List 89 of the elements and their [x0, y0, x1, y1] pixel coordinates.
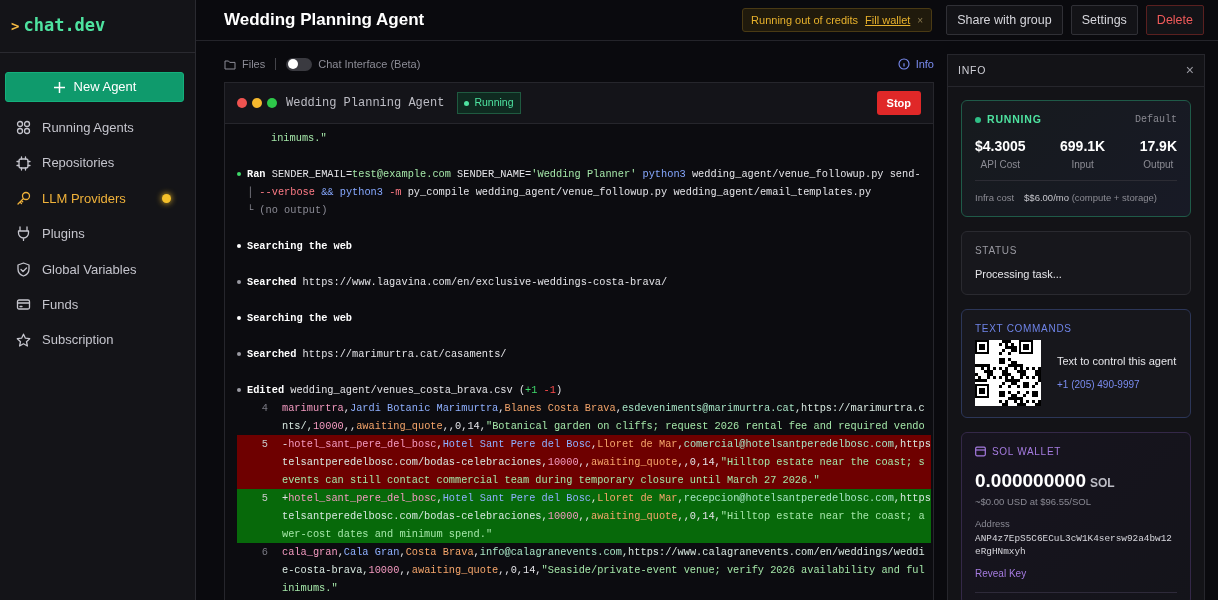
card-title: TEXT COMMANDS	[975, 321, 1073, 336]
files-link[interactable]: Files	[242, 55, 266, 73]
wallet-address: ANP4z7EpS5C6ECuL3cW1K4sersw92a4bw12eRgHNmxyh	[975, 531, 1173, 558]
diff-line: cala_gran,Cala Gran,Costa Brava,info@calagranevents.com,https://www.calagranevents.com/en/weddings/weddi	[282, 545, 925, 560]
phone-link[interactable]: +1 (205) 490-9997	[1057, 377, 1177, 393]
card-icon	[16, 297, 31, 313]
currency-unit: SOL	[1089, 475, 1115, 490]
line-number: 4	[260, 401, 269, 416]
tier-label: Default	[1135, 113, 1177, 128]
page-title: Wedding Planning Agent	[224, 9, 425, 32]
terminal-line: inimums."	[271, 131, 327, 146]
stat-value: 699.1K	[1060, 136, 1106, 156]
toggle-switch[interactable]	[286, 57, 313, 71]
line-number: 5	[260, 437, 269, 452]
diff-line: nts/,10000,,awaiting_quote,,0,14,"Botanical garden on cliffs; request 2026 rental fee and required vendo	[282, 419, 925, 434]
wallet-amount: 0.000000000	[975, 469, 1086, 491]
plus-icon	[52, 80, 66, 94]
window-dot	[252, 98, 262, 108]
logo-prompt: >	[11, 18, 20, 34]
card-title: SOL WALLET	[992, 444, 1062, 459]
chip-icon	[16, 155, 31, 171]
terminal-line: └ (no output)	[247, 203, 329, 218]
shield-icon	[16, 261, 31, 277]
diff-line: inimums."	[282, 581, 339, 596]
nav-item[interactable]: LLM Providers	[42, 188, 126, 209]
line-number: 6	[260, 545, 269, 560]
nav-item[interactable]: Running Agents	[42, 117, 134, 138]
notice-text: Running out of credits	[751, 12, 859, 28]
terminal-line: Edited wedding_agent/venues_costa_brava.csv (+1 -1)	[247, 383, 564, 398]
terminal-line: │ --verbose && python3 -m py_compile wedding_agent/venue_followup.py wedding_agent/email_templates.py	[247, 185, 873, 200]
stop-button[interactable]: Stop	[876, 90, 921, 116]
usd-value: ~$0.00 USD at $96.55/SOL	[975, 495, 1092, 509]
header-button[interactable]: Settings	[1070, 4, 1138, 36]
stat-value: 17.9K	[1139, 136, 1177, 156]
panel-title: INFO	[958, 62, 987, 78]
folder-icon	[224, 58, 236, 70]
new-agent-button[interactable]: New Agent	[5, 72, 184, 102]
close-button[interactable]: ×	[1185, 60, 1194, 81]
header-button[interactable]: Delete	[1145, 4, 1204, 36]
qr-code	[975, 339, 1041, 406]
toggle-label: Chat Interface (Beta)	[318, 56, 421, 72]
status-text: Processing task...	[975, 267, 1063, 282]
terminal-line: Searched https://www.lagavina.com/en/exclusive-weddings-costa-brava/	[247, 275, 668, 290]
nav-item[interactable]: Subscription	[42, 330, 114, 350]
line-number: 5	[260, 491, 269, 506]
status-dot-icon	[975, 116, 981, 123]
nav-item[interactable]: Repositories	[42, 153, 115, 173]
nav-item[interactable]: Global Variables	[42, 259, 137, 279]
plug-icon	[16, 226, 31, 242]
infra-note: (compute + storage)	[1071, 191, 1157, 203]
terminal-line: Searching the web	[247, 311, 353, 326]
diff-line: telsantperedelbosc.com/bodas-celebraciones,10000,,awaiting_quote,,0,14,"Hilltop estate near the coast; a	[282, 509, 926, 524]
address-label: Address	[975, 517, 1011, 532]
logo-text: chat.dev	[23, 15, 106, 35]
info-link[interactable]: Info	[915, 55, 934, 73]
stat-label: Output	[1142, 157, 1175, 172]
grid-icon	[16, 120, 31, 136]
diff-line: telsantperedelbosc.com/bodas-celebraciones,10000,,awaiting_quote,,0,14,"Hilltop estate near the coast; s	[282, 455, 926, 470]
nav-item[interactable]: Funds	[42, 294, 79, 315]
qr-caption: Text to control this agent	[1057, 353, 1177, 369]
infra-value: $$6.00/mo	[1024, 191, 1069, 203]
terminal-line: Searched https://marimurtra.cat/casaments/	[247, 347, 507, 362]
terminal-title: Wedding Planning Agent	[286, 95, 445, 112]
close-button[interactable]: ×	[917, 12, 924, 28]
window-dot	[267, 98, 277, 108]
diff-line: marimurtra,Jardi Botanic Marimurtra,Blanes Costa Brava,esdeveniments@marimurtra.cat,https://marimurtra.c	[282, 401, 925, 416]
status-label: STATUS	[975, 244, 1019, 258]
wallet-icon	[975, 445, 986, 457]
stat-value: $4.3005	[975, 136, 1026, 156]
status-badge: Running	[457, 92, 521, 114]
terminal-line: Ran SENDER_EMAIL=test@example.com SENDER_NAME='Wedding Planner' python3 wedding_agent/venue_followup.py send-	[247, 167, 921, 182]
reveal-key-link[interactable]: Reveal Key	[975, 565, 1027, 581]
stat-label: Input	[1070, 157, 1095, 172]
terminal-line: Searching the web	[247, 239, 353, 254]
diff-line: +hotel_sant_pere_del_bosc,Hotel Sant Pere del Bosc,Lloret de Mar,recepcion@hotelsantperedelbosc.com,https	[282, 491, 931, 506]
diff-line: e-costa-brava,10000,,awaiting_quote,,0,14,"Seaside/private-event venue; verify 2026 availability and ful	[282, 563, 925, 578]
fill-wallet-link[interactable]: Fill wallet	[865, 11, 911, 29]
state-label: RUNNING	[987, 112, 1042, 127]
diff-line: wer-cost dates and minimum spend."	[282, 527, 494, 542]
star-icon	[16, 332, 31, 348]
info-icon	[897, 58, 910, 70]
diff-line: events can still contact commercial team during temporary closure until March 27 2026."	[282, 473, 821, 488]
window-dot	[237, 98, 247, 108]
diff-line: -hotel_sant_pere_del_bosc,Hotel Sant Pere del Bosc,Lloret de Mar,comercial@hotelsantperedelbosc.com,https	[282, 437, 931, 452]
nav-item[interactable]: Plugins	[42, 224, 85, 244]
infra-label: Infra cost	[975, 190, 1015, 205]
header-button[interactable]: Share with group	[946, 4, 1063, 36]
key-icon	[16, 190, 31, 206]
stat-label: API Cost	[979, 157, 1022, 172]
